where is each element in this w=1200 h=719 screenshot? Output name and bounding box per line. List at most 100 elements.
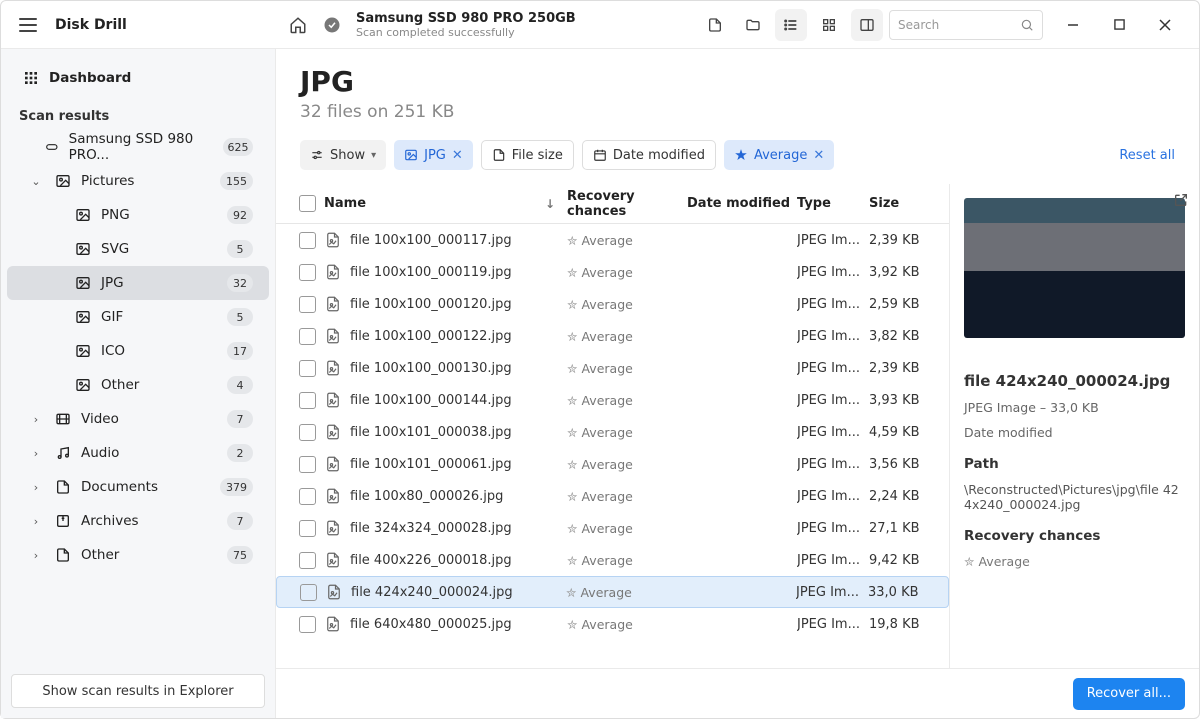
file-name: file 400x226_000018.jpg — [350, 553, 512, 568]
show-in-explorer-button[interactable]: Show scan results in Explorer — [11, 674, 265, 708]
date-filter[interactable]: Date modified — [582, 140, 716, 170]
image-icon — [404, 148, 418, 162]
col-modified[interactable]: Date modified — [687, 196, 797, 211]
scan-title: Samsung SSD 980 PRO 250GB — [356, 11, 576, 26]
sidebar-item-other[interactable]: ›Other75 — [7, 538, 269, 572]
table-row[interactable]: file 100x101_000061.jpg ✮Average JPEG Im… — [276, 448, 949, 480]
close-icon[interactable]: ✕ — [452, 148, 463, 163]
sidebar-item-gif[interactable]: GIF5 — [7, 300, 269, 334]
table-row[interactable]: file 324x324_000028.jpg ✮Average JPEG Im… — [276, 512, 949, 544]
file-icon — [492, 148, 506, 162]
row-checkbox[interactable] — [299, 520, 316, 537]
star-icon — [734, 148, 748, 162]
recovery-badge: ✮Average — [567, 393, 687, 408]
row-checkbox[interactable] — [299, 328, 316, 345]
folder-view-icon[interactable] — [737, 9, 769, 41]
file-name: file 424x240_000024.jpg — [351, 585, 513, 600]
row-checkbox[interactable] — [299, 360, 316, 377]
recovery-badge: ✮Average — [567, 329, 687, 344]
row-checkbox[interactable] — [299, 264, 316, 281]
table-row[interactable]: file 100x100_000117.jpg ✮Average JPEG Im… — [276, 224, 949, 256]
chevron-icon: ⌄ — [29, 175, 43, 188]
file-name: file 100x100_000130.jpg — [350, 361, 512, 376]
row-checkbox[interactable] — [299, 552, 316, 569]
sidebar-item-other[interactable]: Other4 — [7, 368, 269, 402]
sidebar-section-label: Scan results — [1, 95, 275, 130]
recovery-badge: ✮Average — [567, 297, 687, 312]
table-header: Name↓ Recovery chances Date modified Typ… — [276, 184, 949, 224]
sidebar-item-archives[interactable]: ›Archives7 — [7, 504, 269, 538]
table-row[interactable]: file 640x480_000025.jpg ✮Average JPEG Im… — [276, 608, 949, 640]
file-type: JPEG Im... — [797, 361, 869, 376]
size-filter[interactable]: File size — [481, 140, 574, 170]
select-all-checkbox[interactable] — [299, 195, 316, 212]
file-type: JPEG Im... — [796, 585, 868, 600]
maximize-button[interactable] — [1103, 9, 1135, 41]
table-row[interactable]: file 100x100_000120.jpg ✮Average JPEG Im… — [276, 288, 949, 320]
reset-all-button[interactable]: Reset all — [1119, 148, 1175, 163]
sidebar-item-png[interactable]: PNG92 — [7, 198, 269, 232]
file-type: JPEG Im... — [797, 521, 869, 536]
row-checkbox[interactable] — [299, 392, 316, 409]
file-view-icon[interactable] — [699, 9, 731, 41]
recovery-badge: ✮Average — [567, 361, 687, 376]
minimize-button[interactable] — [1057, 9, 1089, 41]
table-row[interactable]: file 100x80_000026.jpg ✮Average JPEG Im.… — [276, 480, 949, 512]
jpg-filter[interactable]: JPG ✕ — [394, 140, 473, 170]
home-icon[interactable] — [288, 15, 308, 35]
table-row[interactable]: file 100x100_000144.jpg ✮Average JPEG Im… — [276, 384, 949, 416]
details-meta: JPEG Image – 33,0 KB — [964, 400, 1185, 415]
row-checkbox[interactable] — [299, 296, 316, 313]
col-type[interactable]: Type — [797, 196, 869, 211]
table-row[interactable]: file 100x100_000130.jpg ✮Average JPEG Im… — [276, 352, 949, 384]
row-checkbox[interactable] — [299, 456, 316, 473]
grid-view-icon[interactable] — [813, 9, 845, 41]
sidebar-item-pictures[interactable]: ⌄Pictures155 — [7, 164, 269, 198]
sidebar-item-svg[interactable]: SVG5 — [7, 232, 269, 266]
file-type: JPEG Im... — [797, 553, 869, 568]
table-row[interactable]: file 100x100_000119.jpg ✮Average JPEG Im… — [276, 256, 949, 288]
table-row[interactable]: file 100x101_000038.jpg ✮Average JPEG Im… — [276, 416, 949, 448]
row-checkbox[interactable] — [299, 424, 316, 441]
row-checkbox[interactable] — [299, 616, 316, 633]
col-size[interactable]: Size — [869, 196, 935, 211]
recovery-badge: ✮Average — [567, 233, 687, 248]
sidebar-item-audio[interactable]: ›Audio2 — [7, 436, 269, 470]
sidebar-drive[interactable]: Samsung SSD 980 PRO... 625 — [7, 130, 269, 164]
sidebar-item-ico[interactable]: ICO17 — [7, 334, 269, 368]
col-name[interactable]: Name↓ — [324, 196, 567, 211]
sidebar-item-video[interactable]: ›Video7 — [7, 402, 269, 436]
table-row[interactable]: file 400x226_000018.jpg ✮Average JPEG Im… — [276, 544, 949, 576]
sidebar-item-jpg[interactable]: JPG32 — [7, 266, 269, 300]
details-modified: Date modified — [964, 425, 1185, 440]
search-input[interactable]: Search — [889, 10, 1043, 40]
close-icon[interactable]: ✕ — [813, 148, 824, 163]
sliders-icon — [310, 148, 324, 162]
show-filter[interactable]: Show ▾ — [300, 140, 386, 170]
sidebar-item-documents[interactable]: ›Documents379 — [7, 470, 269, 504]
table-row[interactable]: file 424x240_000024.jpg ✮Average JPEG Im… — [276, 576, 949, 608]
row-checkbox[interactable] — [299, 232, 316, 249]
file-name: file 100x100_000144.jpg — [350, 393, 512, 408]
file-type: JPEG Im... — [797, 425, 869, 440]
close-button[interactable] — [1149, 9, 1181, 41]
popout-icon[interactable] — [1173, 192, 1189, 208]
table-row[interactable]: file 100x100_000122.jpg ✮Average JPEG Im… — [276, 320, 949, 352]
file-size: 27,1 KB — [869, 521, 935, 536]
row-checkbox[interactable] — [299, 488, 316, 505]
file-name: file 640x480_000025.jpg — [350, 617, 512, 632]
chevron-icon: › — [29, 481, 43, 494]
menu-icon[interactable] — [19, 18, 37, 32]
col-recovery[interactable]: Recovery chances — [567, 189, 687, 219]
page-subtitle: 32 files on 251 KB — [300, 102, 1175, 122]
file-name: file 100x101_000061.jpg — [350, 457, 512, 472]
average-filter[interactable]: Average ✕ — [724, 140, 834, 170]
file-type: JPEG Im... — [797, 329, 869, 344]
recover-all-button[interactable]: Recover all... — [1073, 678, 1185, 710]
list-view-icon[interactable] — [775, 9, 807, 41]
recovery-badge: ✮Average — [567, 425, 687, 440]
sidebar-dashboard[interactable]: Dashboard — [7, 61, 269, 95]
file-size: 4,59 KB — [869, 425, 935, 440]
panel-view-icon[interactable] — [851, 9, 883, 41]
row-checkbox[interactable] — [300, 584, 317, 601]
